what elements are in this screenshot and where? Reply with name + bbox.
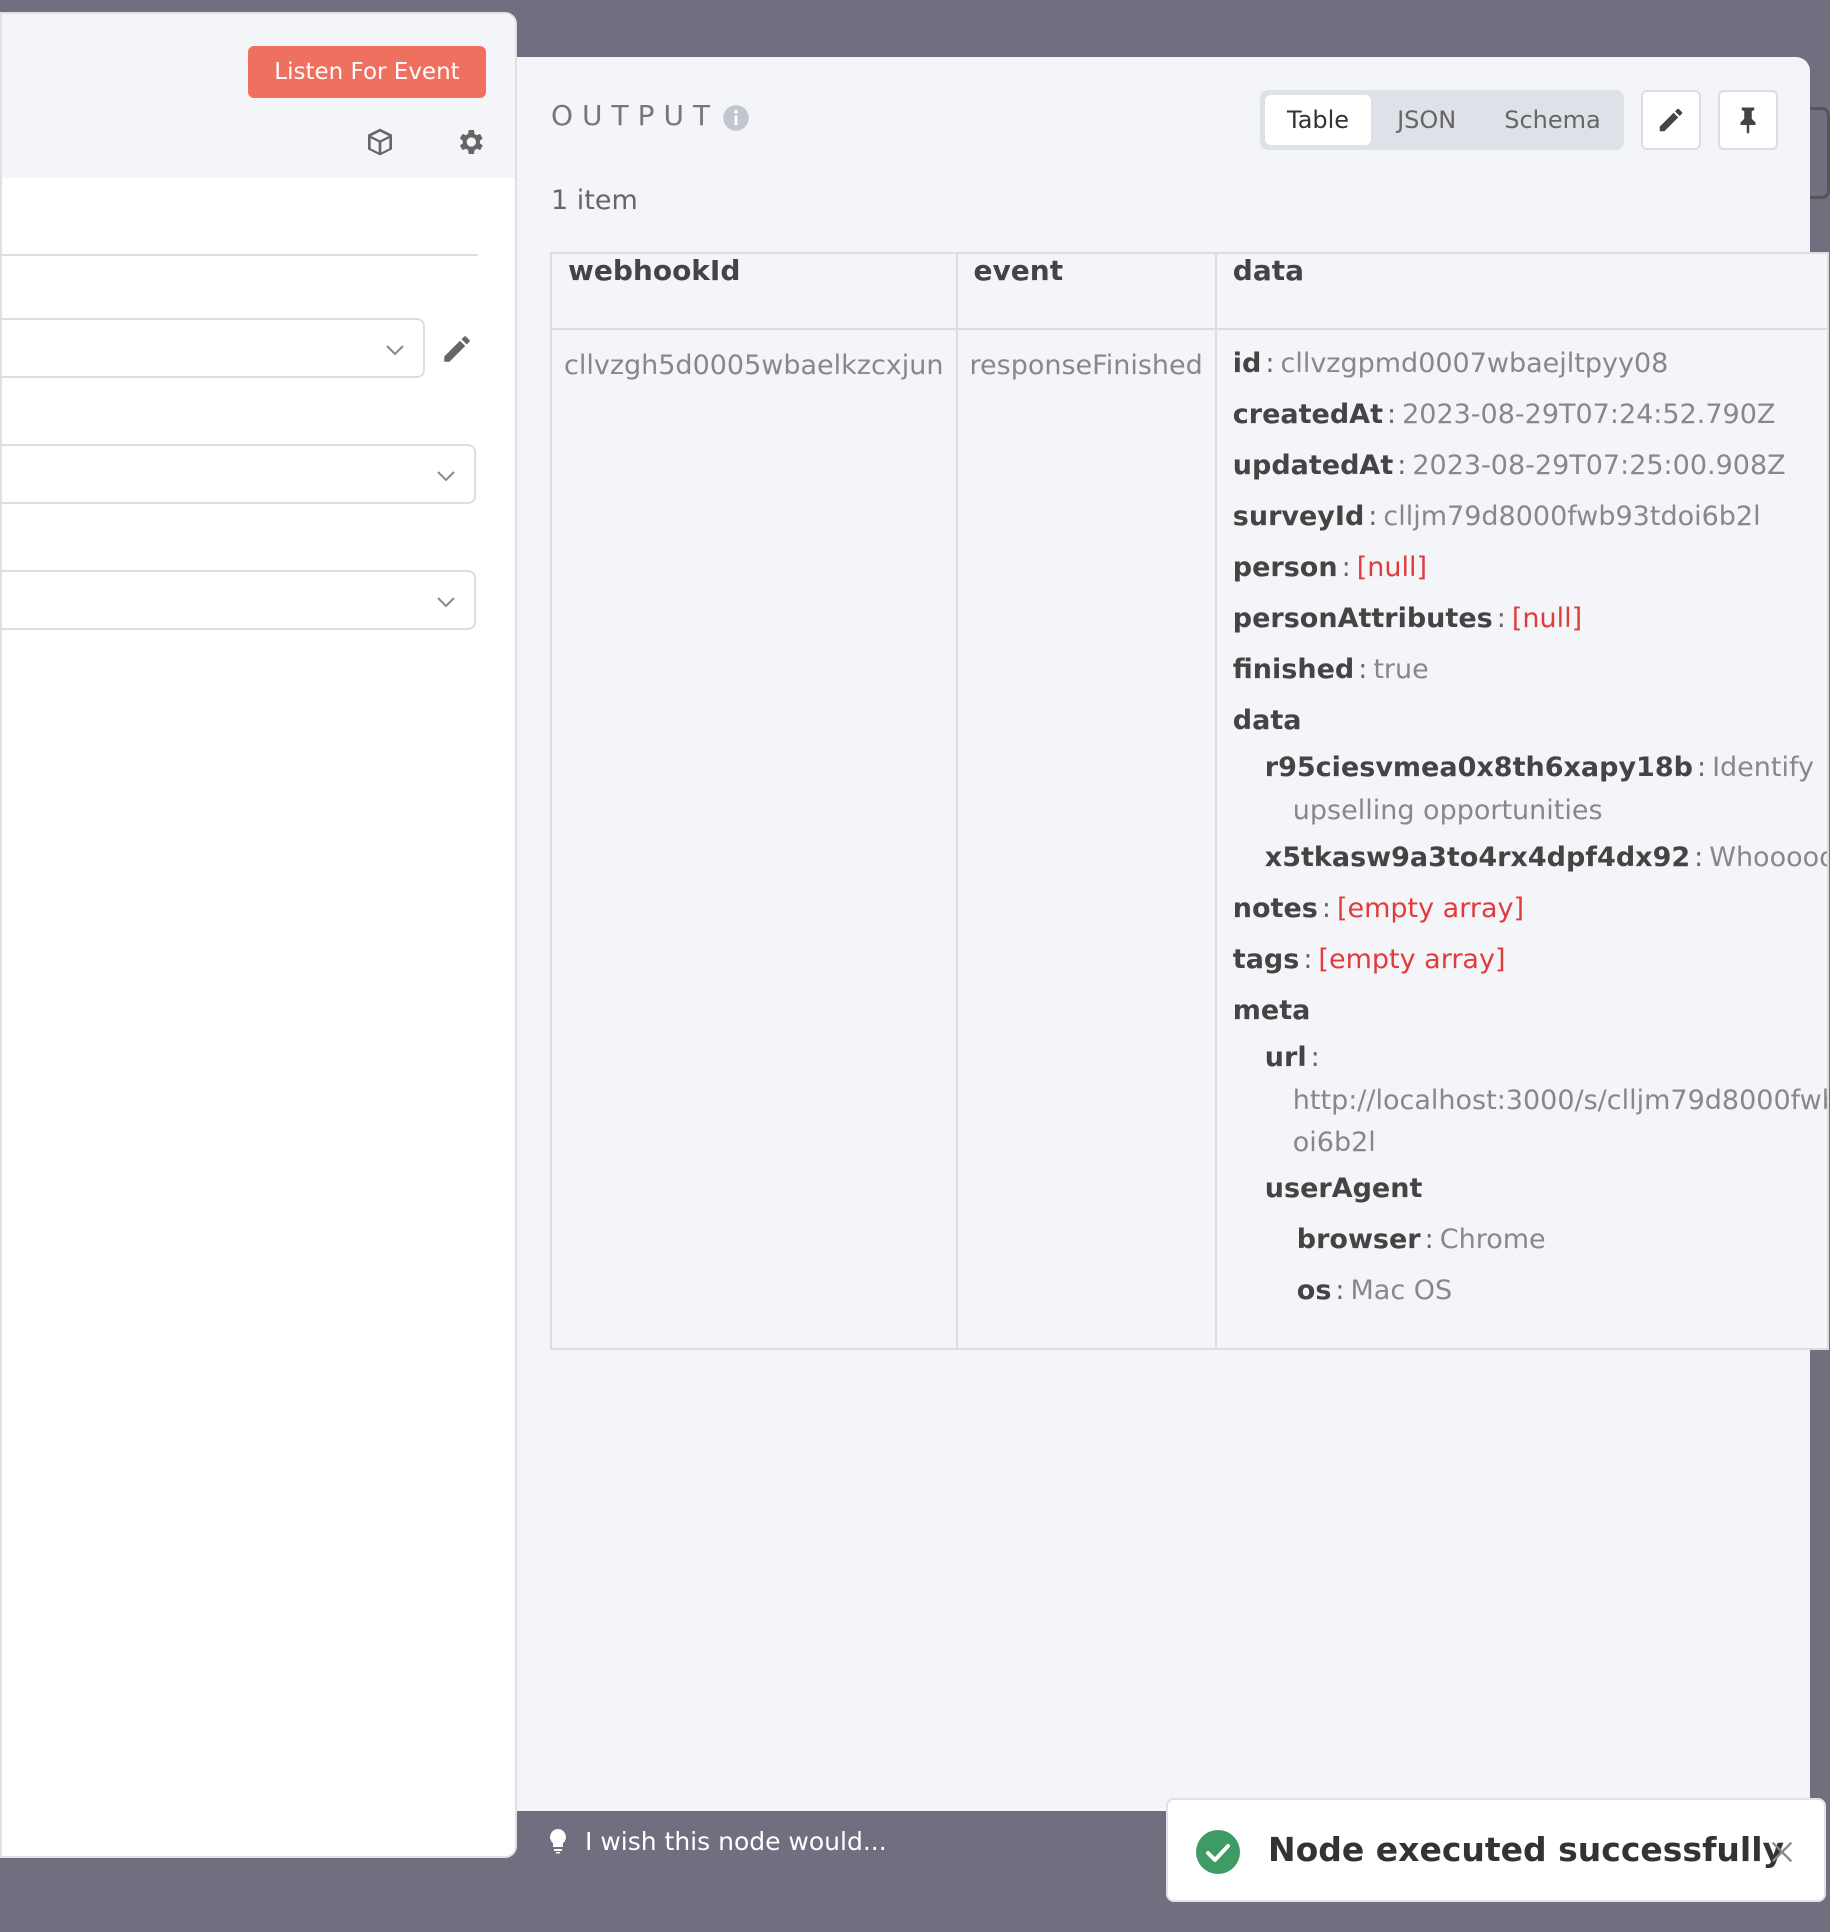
kv-notes: notes: [empty array] <box>1232 893 1525 924</box>
key-label[interactable]: notes <box>1233 893 1318 924</box>
table-row: cllvzgh5d0005wbaelkzcxjun responseFinish… <box>550 328 1829 1350</box>
column-header-data[interactable]: data <box>1214 252 1829 330</box>
key-label[interactable]: data <box>1233 705 1302 736</box>
value-label[interactable]: [null] <box>1357 552 1427 583</box>
key-label[interactable]: finished <box>1233 654 1354 685</box>
value-label[interactable]: 2023-08-29T07:25:00.908Z <box>1412 450 1785 481</box>
chevron-down-icon <box>386 345 404 356</box>
tab-schema[interactable]: Schema <box>1482 95 1623 145</box>
node-panel-header: Listen For Event <box>2 14 515 178</box>
kv-tags: tags: [empty array] <box>1232 944 1506 975</box>
column-header-event[interactable]: event <box>955 252 1217 330</box>
cell-event[interactable]: responseFinished <box>955 328 1217 1350</box>
kv-meta: meta <box>1233 985 1811 1036</box>
cell-webhookid[interactable]: cllvzgh5d0005wbaelkzcxjun <box>550 328 958 1350</box>
feedback-bar[interactable]: I wish this node would... <box>517 1811 1167 1871</box>
table-header-row: webhookId event data <box>550 252 1829 330</box>
kv-personattributes: personAttributes: [null] <box>1232 603 1583 634</box>
kv-data-r95: r95ciesvmea0x8th6xapy18b: Identify <box>1264 752 1814 783</box>
lightbulb-icon <box>550 1829 566 1854</box>
kv-surveyid: surveyId: clljm79d8000fwb93tdoi6b2l <box>1232 501 1761 532</box>
value-label[interactable]: [null] <box>1512 603 1582 634</box>
output-table: webhookId event data cllvzgh5d0005wbaelk… <box>550 252 1829 1350</box>
check-circle-icon <box>1196 1830 1240 1874</box>
gear-icon[interactable] <box>454 126 486 158</box>
chevron-down-icon <box>437 597 455 608</box>
kv-meta-useragent: userAgent <box>1233 1164 1811 1214</box>
key-label[interactable]: tags <box>1233 944 1300 975</box>
key-label[interactable]: x5tkasw9a3to4rx4dpf4dx92 <box>1265 842 1690 873</box>
kv-browser: browser: Chrome <box>1296 1224 1546 1255</box>
pencil-icon <box>1659 108 1683 132</box>
value-label[interactable]: [empty array] <box>1318 944 1505 975</box>
key-label[interactable]: browser <box>1297 1224 1421 1255</box>
view-mode-toggle: Table JSON Schema <box>1260 90 1624 150</box>
toast-message: Node executed successfully <box>1268 1830 1785 1869</box>
value-label[interactable]: Whoooooop <box>1709 842 1826 873</box>
kv-updatedat: updatedAt:2023-08-29T07:25:00.908Z <box>1232 450 1786 481</box>
kv-id: id: cllvzgpmd0007wbaejltpyy08 <box>1232 348 1669 379</box>
value-label[interactable]: cllvzgpmd0007wbaejltpyy08 <box>1280 348 1668 379</box>
item-count: 1 item <box>551 185 638 216</box>
key-label[interactable]: meta <box>1233 995 1311 1026</box>
key-label[interactable]: updatedAt <box>1233 450 1393 481</box>
node-parameters-panel: Listen For Event <box>0 12 517 1858</box>
listen-for-event-button[interactable]: Listen For Event <box>248 46 486 98</box>
key-label[interactable]: person <box>1233 552 1338 583</box>
key-label[interactable]: personAttributes <box>1233 603 1493 634</box>
value-label[interactable]: true <box>1373 654 1428 685</box>
pencil-icon[interactable] <box>440 332 474 366</box>
chevron-down-icon <box>437 471 455 482</box>
key-label[interactable]: id <box>1233 348 1262 379</box>
kv-os: os: Mac OS <box>1296 1275 1453 1306</box>
value-continuation[interactable]: upselling opportunities <box>1233 790 1811 832</box>
parameter-select-1[interactable] <box>2 444 476 504</box>
close-icon[interactable] <box>1768 1838 1796 1866</box>
tab-table[interactable]: Table <box>1265 95 1372 145</box>
kv-data: data <box>1233 695 1811 746</box>
key-label[interactable]: userAgent <box>1265 1173 1423 1204</box>
output-title: OUTPUT <box>551 99 720 132</box>
value-label[interactable]: clljm79d8000fwb93tdoi6b2l <box>1383 501 1760 532</box>
output-panel: OUTPUT Table JSON Schema 1 item webhookI… <box>517 57 1829 1811</box>
section-divider <box>2 254 478 256</box>
cube-icon[interactable] <box>364 126 396 158</box>
credential-select[interactable] <box>2 318 425 378</box>
kv-createdat: createdAt:2023-08-29T07:24:52.790Z <box>1232 399 1776 430</box>
value-label[interactable]: [empty array] <box>1337 893 1524 924</box>
kv-data-x5t: x5tkasw9a3to4rx4dpf4dx92:Whoooooop <box>1233 832 1826 883</box>
value-label[interactable]: Identify <box>1712 752 1814 783</box>
edit-output-button[interactable] <box>1641 90 1701 150</box>
key-label[interactable]: createdAt <box>1233 399 1383 430</box>
kv-person: person: [null] <box>1232 552 1427 583</box>
value-label[interactable]: Mac OS <box>1351 1275 1453 1306</box>
column-header-webhookid[interactable]: webhookId <box>550 252 958 330</box>
key-label[interactable]: r95ciesvmea0x8th6xapy18b <box>1265 752 1693 783</box>
key-label[interactable]: os <box>1297 1275 1332 1306</box>
value-label[interactable]: http://localhost:3000/s/clljm79d8000fwb9 <box>1233 1080 1826 1122</box>
canvas-edge-fragment <box>1810 107 1830 199</box>
key-label[interactable]: surveyId <box>1233 501 1365 532</box>
parameter-select-2[interactable] <box>2 570 476 630</box>
value-continuation[interactable]: oi6b2l <box>1233 1122 1811 1164</box>
tab-json[interactable]: JSON <box>1375 95 1478 145</box>
pin-icon <box>1740 107 1756 134</box>
value-label[interactable]: Chrome <box>1440 1224 1546 1255</box>
kv-meta-url: url: <box>1264 1042 1320 1073</box>
success-toast: Node executed successfully <box>1166 1798 1826 1902</box>
key-label[interactable]: url <box>1265 1042 1307 1073</box>
value-label[interactable]: 2023-08-29T07:24:52.790Z <box>1402 399 1775 430</box>
kv-finished: finished: true <box>1232 654 1429 685</box>
cell-data: id: cllvzgpmd0007wbaejltpyy08 createdAt:2… <box>1214 328 1829 1350</box>
feedback-text[interactable]: I wish this node would... <box>585 1827 887 1856</box>
info-icon[interactable] <box>722 104 750 132</box>
pin-data-button[interactable] <box>1718 90 1778 150</box>
